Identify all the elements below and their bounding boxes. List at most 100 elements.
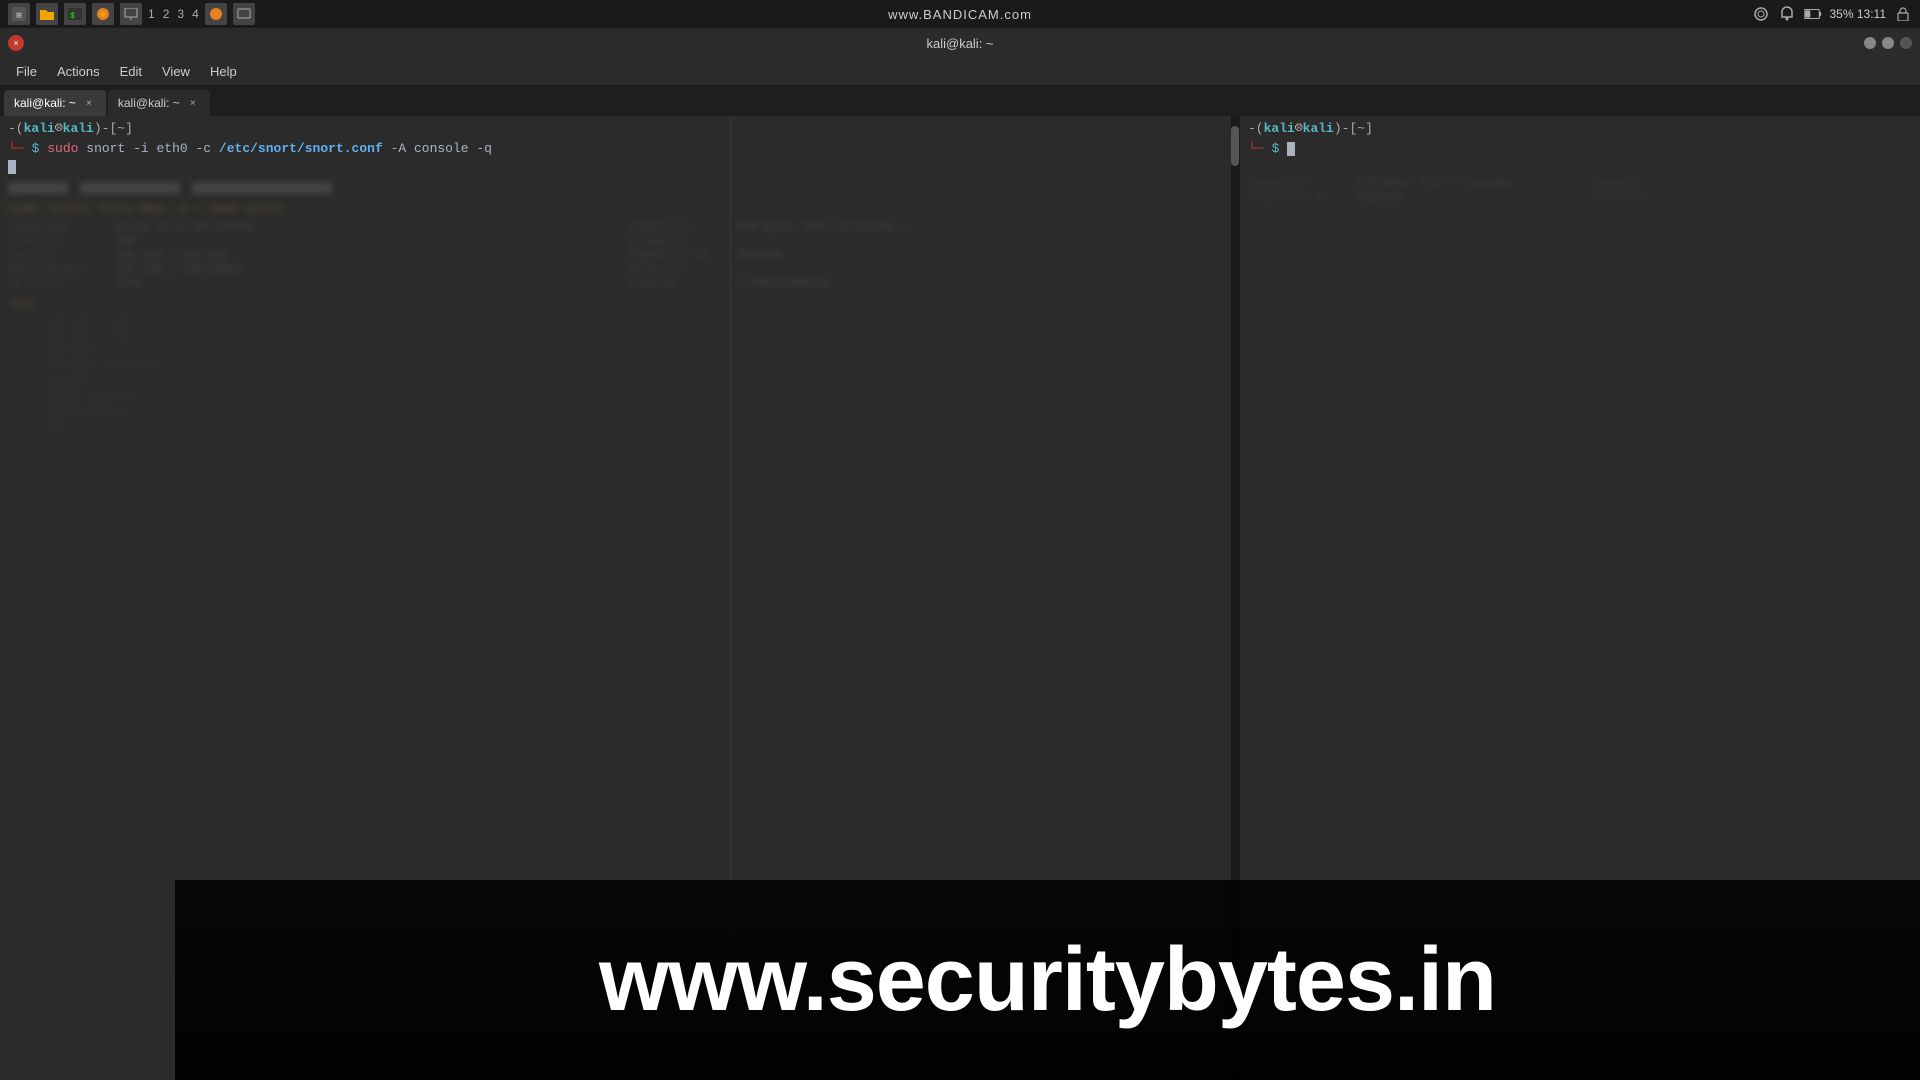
workspace-2[interactable]: 2 [163,7,170,21]
menu-view[interactable]: View [154,62,198,81]
bracket-open-right: -( [1248,120,1264,138]
command-line-left: └─ $ sudo snort -i eth0 -c /etc/snort/sn… [8,140,1231,158]
json-row-4: evt FTP-data detection [8,361,1231,373]
menu-help[interactable]: Help [202,62,245,81]
network-icon [1752,5,1770,23]
menu-actions[interactable]: Actions [49,62,108,81]
battery-icon [1804,5,1822,23]
alert-text: ALERT (34764: Proxy WAD): A.4 (9640 byte… [8,204,1231,216]
json-row-2: dst 192.168.1.100 [8,331,1231,343]
info-signature: Signature: FTP-data: FTP://transfer... [630,222,1232,234]
iface-value: eth0 [116,278,142,290]
dollar-right: $ [1272,140,1280,158]
right-blurred-content: Signature: FTP-data: FTP://transfer... C… [1248,178,1912,204]
taskbar-left: ⊞ $ 1 2 3 4 [8,3,255,25]
scrollbar-thumb-left[interactable] [1231,126,1239,166]
sig-id-value: 2022648 [738,250,784,262]
right-sig-label: Signature: [1248,178,1348,190]
info-protocol: Protocol: TCP [8,236,610,248]
right-info-sev: Severity: [1590,192,1912,204]
system-bar: ⊞ $ 1 2 3 4 www.BANDICAM.com [0,0,1920,28]
json-section: JSON var 192.168.1.101 dst 192.168.1.100… [8,300,1231,433]
prompt-line-right: -( kali ☹ kali )-[ ~ ] [1248,120,1912,138]
lock-icon[interactable] [1894,5,1912,23]
flow-label: Flow ID: [630,278,730,290]
title-bar: × kali@kali: ~ [0,28,1920,58]
dot-3 [1900,37,1912,49]
prompt-user-right: kali [1264,120,1295,138]
terminal-area[interactable]: -( kali ☹ kali )-[ ~ ] └─ $ sudo snort -… [0,116,1920,1080]
right-sig-value: FTP-data: FTP://transfer... [1356,178,1534,190]
protocol-value: TCP [116,236,136,248]
json-label: JSON [8,300,1231,312]
source-value: 192.168.1.101:443 [116,250,228,262]
title-bar-right [1864,37,1912,49]
timestamp-value: 06/10-15:17:08.034761 [116,222,255,234]
workspace-3[interactable]: 3 [177,7,184,21]
tab-2[interactable]: kali@kali: ~ × [108,90,210,116]
workspace-4[interactable]: 4 [192,7,199,21]
json-row-1: var 192.168.1.101 [8,316,1231,328]
command-line-right: └─ $ [1248,140,1912,158]
json-row-5: id 2022648 [8,376,1231,388]
info-destination: Destination: 192.168.1.100:54843 [8,264,610,276]
right-sev-label: Severity: [1590,192,1690,204]
destination-label: Destination: [8,264,108,276]
workspace-1[interactable]: 1 [148,7,155,21]
prompt-user-left: kali [24,120,55,138]
info-sig-id: Signature ID: 2022648 [630,250,1232,262]
app-icon[interactable]: ⊞ [8,3,30,25]
tab-1[interactable]: kali@kali: ~ × [4,90,106,116]
prompt-dir-right: ~ [1357,120,1365,138]
menu-file[interactable]: File [8,62,45,81]
firefox-icon[interactable] [92,3,114,25]
bracket-dir-close: ] [125,120,133,138]
timestamp-label: Timestamp: [8,222,108,234]
json-row-6: ts 06/10-15:17:08 [8,391,1231,403]
workspace-numbers: 1 2 3 4 [148,7,199,21]
right-info-grid: Signature: FTP-data: FTP://transfer... C… [1248,178,1912,204]
right-info-sigid: Signature ID: 2022648 [1248,192,1570,204]
info-flow: Flow ID: 1 968231668161 [630,278,1232,290]
window-controls: × [8,35,24,51]
dollar-left: $ [32,140,40,158]
tab-2-close[interactable]: × [186,96,200,110]
json-row-8: pr TCP [8,421,1231,433]
dot-2 [1882,37,1894,49]
cursor [8,160,16,174]
arrow-left: └─ [8,140,24,158]
watermark-text: www.securitybytes.in [599,929,1496,1032]
signature-value: FTP-data: FTP://transfer... [738,222,916,234]
extra-icon[interactable] [233,3,255,25]
menu-edit[interactable]: Edit [112,62,150,81]
folder-icon[interactable] [36,3,58,25]
info-timestamp: Timestamp: 06/10-15:17:08.034761 [8,222,610,234]
firefox-icon-2[interactable] [205,3,227,25]
severity-label: Severity: [630,264,730,276]
cmd-snort: snort [78,140,133,158]
tab-1-close[interactable]: × [82,96,96,110]
terminal-icon[interactable]: $ [64,3,86,25]
svg-text:$: $ [70,12,75,20]
monitor-icon[interactable] [120,3,142,25]
menu-bar: File Actions Edit View Help [0,58,1920,86]
info-category: Category: [630,236,1232,248]
time-display: 35% 13:11 [1830,7,1887,21]
prompt-dir-left: ~ [117,120,125,138]
category-label: Category: [630,236,730,248]
right-info-sig: Signature: FTP-data: FTP://transfer... [1248,178,1570,190]
sig-id-label: Signature ID: [630,250,730,262]
bracket-open: -( [8,120,24,138]
destination-value: 192.168.1.100:54843 [116,264,241,276]
right-info-cat: Category: [1590,178,1912,190]
json-row-3: pkg TCP:9640 [8,346,1231,358]
svg-text:⊞: ⊞ [16,11,21,21]
cmd-path: /etc/snort/snort.conf [219,140,383,158]
bracket-close-right: )-[ [1334,120,1357,138]
close-button[interactable]: × [8,35,24,51]
prompt-host-right: kali [1303,120,1334,138]
bracket-dir-close-right: ] [1365,120,1373,138]
prompt-host-left: kali [63,120,94,138]
info-iface: In Iface: eth0 [8,278,610,290]
protocol-label: Protocol: [8,236,108,248]
